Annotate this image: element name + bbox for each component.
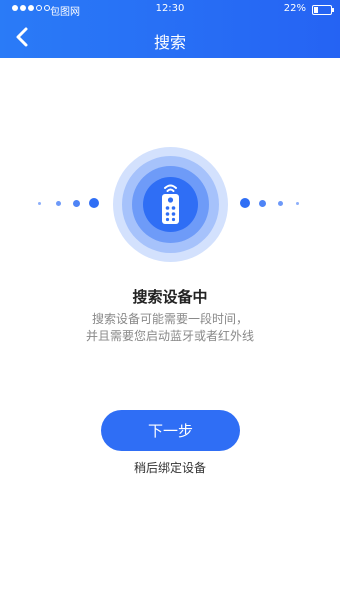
remote-control-icon [162, 184, 179, 224]
page-title: 搜索 [153, 33, 186, 52]
battery-percentage: 22% [283, 3, 306, 14]
searching-animation [113, 147, 228, 262]
status-bar: 包图网 12:30 22% [0, 0, 340, 20]
bind-later-link[interactable]: 稍后绑定设备 [0, 459, 340, 476]
searching-heading: 搜索设备中 [132, 288, 208, 306]
searching-dots-right [240, 198, 304, 210]
battery-icon [312, 5, 334, 15]
search-description-line2: 并且需要您启动蓝牙或者红外线 [85, 329, 254, 343]
search-description-line1: 搜索设备可能需要一段时间， [91, 312, 248, 326]
app-header: 包图网 12:30 22% 搜索 [0, 0, 340, 58]
searching-dots-left [36, 198, 100, 210]
next-step-button[interactable]: 下一步 [101, 410, 240, 451]
